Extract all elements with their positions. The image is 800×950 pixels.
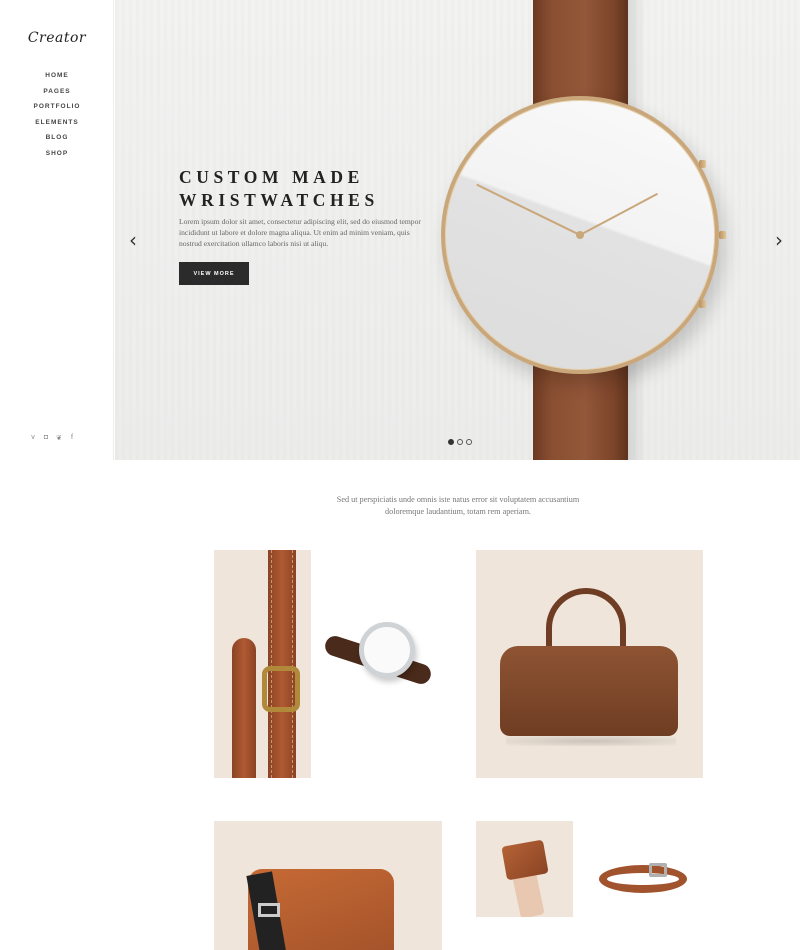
watch-small-face-image: [359, 622, 415, 678]
hero-description: Lorem ipsum dolor sit amet, consectetur …: [179, 217, 421, 249]
twitter-icon[interactable]: ❦: [56, 434, 62, 442]
product-tile-duffel-bag[interactable]: [476, 550, 703, 778]
facebook-icon[interactable]: f: [69, 434, 75, 442]
product-tile-watch[interactable]: [311, 550, 476, 778]
hour-hand: [476, 183, 581, 236]
hero-title: CUSTOM MADE WRISTWATCHES: [179, 166, 379, 212]
belt-roll-buckle: [649, 863, 667, 877]
social-links: v ◘ ❦ f: [30, 434, 75, 442]
nav-item-shop[interactable]: SHOP: [0, 146, 114, 162]
duffel-bag-image: [500, 646, 678, 736]
logo[interactable]: Creator: [0, 30, 114, 46]
nav-item-elements[interactable]: ELEMENTS: [0, 115, 114, 131]
belt-tip-image: [232, 638, 256, 778]
nav-item-blog[interactable]: BLOG: [0, 130, 114, 146]
belt-stitching: [271, 550, 293, 778]
nav-item-home[interactable]: HOME: [0, 68, 114, 84]
intro-text: Sed ut perspiciatis unde omnis iste natu…: [300, 494, 616, 519]
watch-crown-bottom: [699, 300, 706, 308]
slider-pagination: [448, 439, 472, 445]
prev-slide-arrow-icon[interactable]: ‹: [129, 228, 137, 252]
slider-dot-3[interactable]: [466, 439, 472, 445]
view-more-button[interactable]: VIEW MORE: [179, 262, 249, 285]
intro-line-2: doloremque laudantium, totam rem aperiam…: [385, 507, 531, 517]
product-tile-wallet[interactable]: [476, 821, 573, 917]
sidebar: Creator HOME PAGES PORTFOLIO ELEMENTS BL…: [0, 0, 114, 460]
belt-roll-image: [599, 865, 687, 893]
messenger-bag-buckle: [258, 903, 280, 917]
wallet-image: [501, 839, 549, 881]
slider-dot-1[interactable]: [448, 439, 454, 445]
watch-face-image: [441, 96, 719, 374]
watch-center-pin: [576, 231, 584, 239]
next-slide-arrow-icon[interactable]: ›: [775, 228, 783, 252]
vimeo-icon[interactable]: v: [30, 434, 36, 442]
instagram-icon[interactable]: ◘: [43, 434, 49, 442]
intro-line-1: Sed ut perspiciatis unde omnis iste natu…: [336, 495, 580, 504]
hero-title-line-2: WRISTWATCHES: [179, 190, 379, 210]
nav-item-pages[interactable]: PAGES: [0, 84, 114, 100]
watch-crown-top: [699, 160, 706, 168]
watch-crown-middle: [719, 231, 726, 239]
minute-hand: [579, 192, 659, 236]
hero-title-line-1: CUSTOM MADE: [179, 167, 364, 187]
product-tile-messenger-bag[interactable]: [214, 821, 442, 950]
nav-item-portfolio[interactable]: PORTFOLIO: [0, 99, 114, 115]
slider-dot-2[interactable]: [457, 439, 463, 445]
product-tile-belt-roll[interactable]: [573, 821, 703, 917]
belt-buckle-image: [262, 666, 300, 712]
hero-slider: CUSTOM MADE WRISTWATCHES Lorem ipsum dol…: [115, 0, 800, 460]
main-nav: HOME PAGES PORTFOLIO ELEMENTS BLOG SHOP: [0, 68, 114, 162]
product-tile-belt[interactable]: [214, 550, 311, 778]
bag-shadow: [506, 736, 676, 746]
